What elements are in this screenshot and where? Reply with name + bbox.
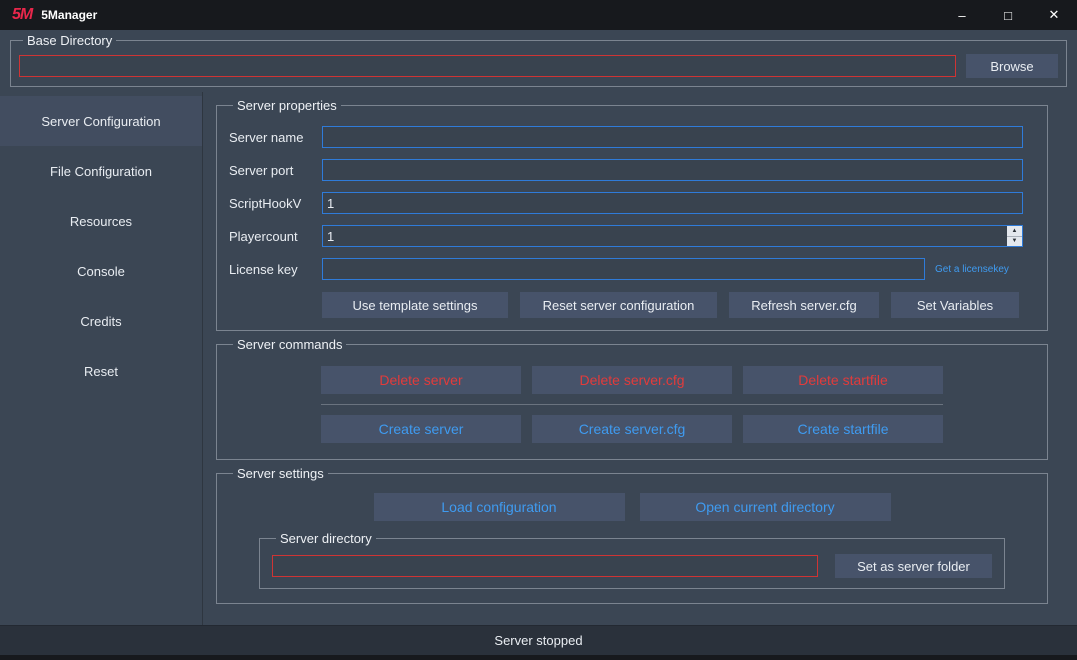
app-logo-icon: 5M <box>12 6 32 24</box>
spin-down-icon[interactable]: ▼ <box>1007 237 1022 247</box>
window-controls: – □ ✕ <box>939 0 1077 30</box>
maximize-icon: □ <box>1004 8 1012 23</box>
playercount-input[interactable] <box>323 226 1007 246</box>
status-bar: Server stopped <box>0 625 1077 655</box>
license-key-label: License key <box>229 262 322 277</box>
browse-button[interactable]: Browse <box>966 54 1058 78</box>
scripthookv-row: ScriptHookV <box>229 192 1023 214</box>
server-directory-group: Server directory Set as server folder <box>259 531 1005 589</box>
server-directory-input[interactable] <box>272 555 818 577</box>
window-bottom-edge <box>0 655 1077 660</box>
sidebar: Server Configuration File Configuration … <box>0 92 203 625</box>
sidebar-item-server-configuration[interactable]: Server Configuration <box>0 96 202 146</box>
create-server-cfg-button[interactable]: Create server.cfg <box>532 415 732 443</box>
playercount-label: Playercount <box>229 229 322 244</box>
base-directory-section: Base Directory Browse <box>0 30 1077 92</box>
scripthookv-input[interactable] <box>322 192 1023 214</box>
server-properties-buttons: Use template settings Reset server confi… <box>322 292 1023 318</box>
create-server-button[interactable]: Create server <box>321 415 521 443</box>
server-port-label: Server port <box>229 163 322 178</box>
license-key-row: License key Get a licensekey <box>229 258 1023 280</box>
sidebar-item-resources[interactable]: Resources <box>0 196 202 246</box>
server-name-label: Server name <box>229 130 322 145</box>
window-title: 5Manager <box>41 8 97 22</box>
scripthookv-label: ScriptHookV <box>229 196 322 211</box>
server-commands-group: Server commands Delete server Delete ser… <box>216 337 1048 460</box>
server-name-input[interactable] <box>322 126 1023 148</box>
refresh-server-cfg-button[interactable]: Refresh server.cfg <box>729 292 879 318</box>
sidebar-item-label: Reset <box>84 364 118 379</box>
server-commands-legend: Server commands <box>233 337 346 352</box>
app-window: 5M 5Manager – □ ✕ Base Directory Browse … <box>0 0 1077 660</box>
server-port-row: Server port <box>229 159 1023 181</box>
sidebar-item-label: Server Configuration <box>41 114 160 129</box>
server-settings-buttons: Load configuration Open current director… <box>229 493 1035 521</box>
use-template-settings-button[interactable]: Use template settings <box>322 292 508 318</box>
delete-buttons-row: Delete server Delete server.cfg Delete s… <box>321 366 943 405</box>
license-key-input[interactable] <box>322 258 925 280</box>
main-body: Server Configuration File Configuration … <box>0 92 1077 625</box>
sidebar-item-credits[interactable]: Credits <box>0 296 202 346</box>
maximize-button[interactable]: □ <box>985 0 1031 30</box>
server-properties-group: Server properties Server name Server por… <box>216 98 1048 331</box>
server-settings-group: Server settings Load configuration Open … <box>216 466 1048 604</box>
delete-startfile-button[interactable]: Delete startfile <box>743 366 943 394</box>
sidebar-item-reset[interactable]: Reset <box>0 346 202 396</box>
sidebar-item-label: File Configuration <box>50 164 152 179</box>
minimize-button[interactable]: – <box>939 0 985 30</box>
sidebar-item-console[interactable]: Console <box>0 246 202 296</box>
set-as-server-folder-button[interactable]: Set as server folder <box>835 554 992 578</box>
server-settings-legend: Server settings <box>233 466 328 481</box>
set-variables-button[interactable]: Set Variables <box>891 292 1019 318</box>
base-directory-group: Base Directory Browse <box>10 33 1067 87</box>
get-licensekey-link[interactable]: Get a licensekey <box>935 264 1023 275</box>
minimize-icon: – <box>958 8 965 23</box>
titlebar: 5M 5Manager – □ ✕ <box>0 0 1077 30</box>
server-directory-legend: Server directory <box>276 531 376 546</box>
server-properties-legend: Server properties <box>233 98 341 113</box>
playercount-spin-buttons: ▲ ▼ <box>1007 226 1022 246</box>
delete-server-button[interactable]: Delete server <box>321 366 521 394</box>
sidebar-item-label: Credits <box>80 314 121 329</box>
create-startfile-button[interactable]: Create startfile <box>743 415 943 443</box>
close-icon: ✕ <box>1049 7 1060 23</box>
reset-server-configuration-button[interactable]: Reset server configuration <box>520 292 717 318</box>
playercount-stepper: ▲ ▼ <box>322 225 1023 247</box>
create-buttons-row: Create server Create server.cfg Create s… <box>321 415 943 443</box>
close-button[interactable]: ✕ <box>1031 0 1077 30</box>
delete-server-cfg-button[interactable]: Delete server.cfg <box>532 366 732 394</box>
playercount-row: Playercount ▲ ▼ <box>229 225 1023 247</box>
sidebar-item-file-configuration[interactable]: File Configuration <box>0 146 202 196</box>
base-directory-legend: Base Directory <box>23 33 116 48</box>
sidebar-item-label: Console <box>77 264 125 279</box>
load-configuration-button[interactable]: Load configuration <box>374 493 625 521</box>
base-directory-input[interactable] <box>19 55 956 77</box>
content-area: Server properties Server name Server por… <box>203 92 1077 625</box>
status-text: Server stopped <box>494 633 582 648</box>
spin-up-icon[interactable]: ▲ <box>1007 226 1022 237</box>
server-name-row: Server name <box>229 126 1023 148</box>
open-current-directory-button[interactable]: Open current directory <box>640 493 891 521</box>
server-port-input[interactable] <box>322 159 1023 181</box>
sidebar-item-label: Resources <box>70 214 132 229</box>
